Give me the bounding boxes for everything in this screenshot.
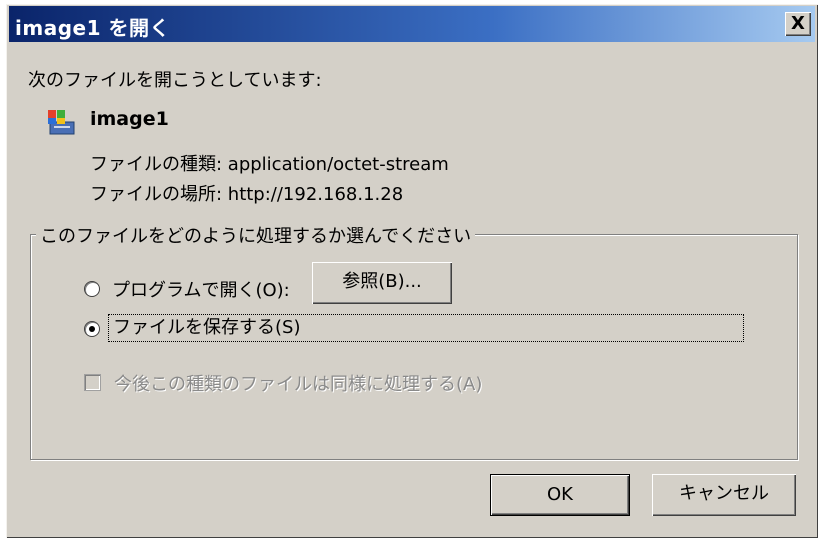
prompt-heading: 次のファイルを開こうとしています: bbox=[28, 70, 322, 91]
ok-button[interactable]: OK bbox=[490, 474, 630, 516]
file-location-row: ファイルの場所: http://192.168.1.28 bbox=[90, 184, 404, 205]
window-title: image1 を開く bbox=[15, 16, 170, 40]
open-with-radio[interactable] bbox=[84, 281, 100, 297]
file-name: image1 bbox=[90, 108, 169, 130]
title-bar[interactable]: image1 を開く X bbox=[9, 6, 815, 42]
windows-file-icon bbox=[48, 110, 75, 135]
open-with-label[interactable]: プログラムで開く(O): bbox=[112, 276, 290, 302]
groupbox-legend: このファイルをどのように処理するか選んでください bbox=[36, 222, 476, 248]
close-icon: X bbox=[791, 13, 805, 34]
remember-choice-label[interactable]: 今後この種類のファイルは同様に処理する(A) bbox=[114, 370, 482, 396]
save-file-radio[interactable] bbox=[84, 321, 100, 337]
cancel-button[interactable]: キャンセル bbox=[652, 474, 796, 516]
save-file-label[interactable]: ファイルを保存する(S) bbox=[108, 314, 744, 342]
browse-button[interactable]: 参照(B)... bbox=[312, 262, 452, 304]
close-button[interactable]: X bbox=[785, 12, 811, 36]
remember-choice-checkbox[interactable] bbox=[84, 374, 101, 391]
file-type-row: ファイルの種類: application/octet-stream bbox=[90, 154, 449, 175]
